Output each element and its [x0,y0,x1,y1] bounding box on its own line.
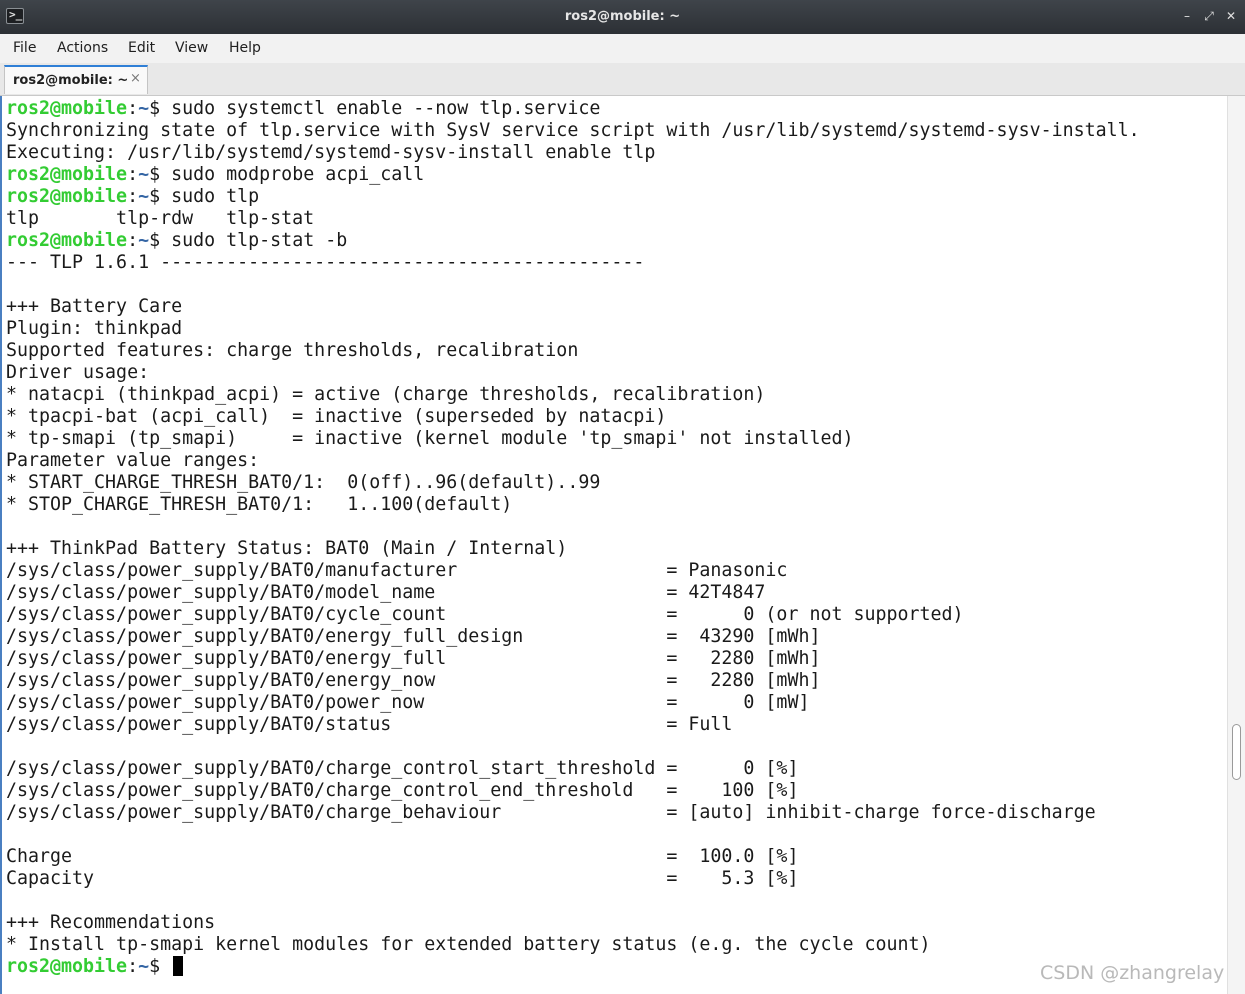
window-titlebar[interactable]: >_ ros2@mobile: ~ – ⤢ ✕ [0,0,1245,34]
output-line: /sys/class/power_supply/BAT0/charge_cont… [6,780,799,801]
output-line: Driver usage: [6,362,150,383]
menubar: File Actions Edit View Help [0,34,1245,64]
terminal-scrollbar[interactable] [1227,96,1245,994]
output-line: /sys/class/power_supply/BAT0/energy_now … [6,670,821,691]
output-line: /sys/class/power_supply/BAT0/manufacture… [6,560,788,581]
prompt-path: ~ [138,98,150,119]
output-line: tlp tlp-rdw tlp-stat [6,208,315,229]
menu-view[interactable]: View [175,40,208,56]
output-line: Executing: /usr/lib/systemd/systemd-sysv… [6,142,656,163]
prompt-separator: : [127,98,139,119]
maximize-icon[interactable]: ⤢ [1201,8,1217,24]
command-text: sudo systemctl enable --now tlp.service [171,98,601,119]
menu-actions[interactable]: Actions [57,40,108,56]
prompt-user: ros2@mobile [6,230,128,251]
output-line: * tpacpi-bat (acpi_call) = inactive (sup… [6,406,667,427]
prompt-symbol: $ [149,956,172,977]
text-cursor [173,956,184,976]
prompt-user: ros2@mobile [6,164,128,185]
output-line: * Install tp-smapi kernel modules for ex… [6,934,931,955]
output-line: /sys/class/power_supply/BAT0/cycle_count… [6,604,964,625]
watermark: CSDN @zhangrelay [1040,962,1225,984]
menu-file[interactable]: File [13,40,36,56]
output-line: --- TLP 1.6.1 --------------------------… [6,252,645,273]
prompt-path: ~ [138,956,150,977]
menu-edit[interactable]: Edit [128,40,155,56]
output-line: /sys/class/power_supply/BAT0/charge_cont… [6,758,799,779]
prompt-user: ros2@mobile [6,956,128,977]
output-line: /sys/class/power_supply/BAT0/status = Fu… [6,714,733,735]
menu-help[interactable]: Help [229,40,261,56]
output-line: Plugin: thinkpad [6,318,183,339]
prompt-line: ros2@mobile:~$ sudo tlp [6,186,259,207]
output-line: Charge = 100.0 [%] [6,846,799,867]
output-line: +++ Recommendations [6,912,216,933]
prompt-path: ~ [138,230,150,251]
prompt-line: ros2@mobile:~$ [6,956,184,977]
prompt-symbol: $ [149,186,172,207]
prompt-separator: : [127,164,139,185]
tab-label: ros2@mobile: ~ [13,73,129,88]
output-line: /sys/class/power_supply/BAT0/model_name … [6,582,766,603]
output-line: Parameter value ranges: [6,450,260,471]
terminal-text: ros2@mobile:~$ sudo systemctl enable --n… [6,98,1140,978]
close-icon[interactable]: ✕ [1223,8,1239,24]
prompt-line: ros2@mobile:~$ sudo modprobe acpi_call [6,164,424,185]
minimize-icon[interactable]: – [1179,8,1195,24]
window-title: ros2@mobile: ~ [564,9,681,24]
scrollbar-thumb[interactable] [1232,724,1241,780]
output-line: * STOP_CHARGE_THRESH_BAT0/1: 1..100(defa… [6,494,513,515]
output-line: /sys/class/power_supply/BAT0/energy_full… [6,626,821,647]
output-line: +++ ThinkPad Battery Status: BAT0 (Main … [6,538,568,559]
prompt-separator: : [127,230,139,251]
output-line: Supported features: charge thresholds, r… [6,340,579,361]
prompt-symbol: $ [149,164,172,185]
output-line: Synchronizing state of tlp.service with … [6,120,1140,141]
output-line: Capacity = 5.3 [%] [6,868,799,889]
prompt-symbol: $ [149,98,172,119]
prompt-user: ros2@mobile [6,186,128,207]
prompt-line: ros2@mobile:~$ sudo tlp-stat -b [6,230,347,251]
prompt-line: ros2@mobile:~$ sudo systemctl enable --n… [6,98,600,119]
prompt-user: ros2@mobile [6,98,128,119]
output-line: /sys/class/power_supply/BAT0/charge_beha… [6,802,1096,823]
terminal-output[interactable]: ros2@mobile:~$ sudo systemctl enable --n… [0,96,1227,994]
prompt-path: ~ [138,186,150,207]
command-text: sudo tlp-stat -b [171,230,348,251]
tab-terminal[interactable]: ros2@mobile: ~ × [4,65,148,94]
prompt-symbol: $ [149,230,172,251]
command-text: sudo tlp [171,186,260,207]
output-line: * tp-smapi (tp_smapi) = inactive (kernel… [6,428,854,449]
tab-close-icon[interactable]: × [130,71,141,86]
output-line: /sys/class/power_supply/BAT0/energy_full… [6,648,821,669]
prompt-path: ~ [138,164,150,185]
prompt-separator: : [127,956,139,977]
output-line: +++ Battery Care [6,296,183,317]
output-line: * START_CHARGE_THRESH_BAT0/1: 0(off)..96… [6,472,601,493]
tab-bar: ros2@mobile: ~ × [0,63,1245,96]
command-text: sudo modprobe acpi_call [171,164,425,185]
output-line: * natacpi (thinkpad_acpi) = active (char… [6,384,766,405]
output-line: /sys/class/power_supply/BAT0/power_now =… [6,692,810,713]
prompt-separator: : [127,186,139,207]
